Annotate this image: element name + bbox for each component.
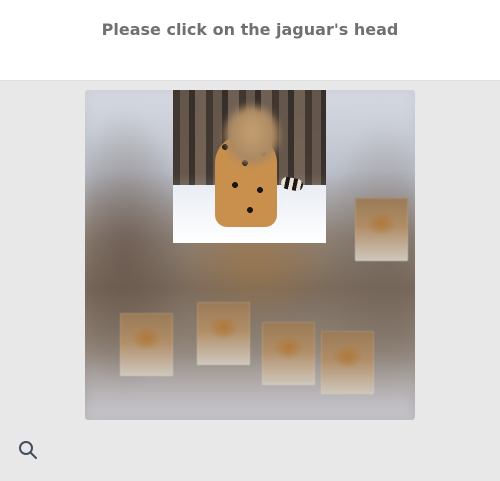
search-icon[interactable]: [16, 438, 40, 462]
captcha-instruction: Please click on the jaguar's head: [101, 20, 399, 39]
jaguar-photo-window: [173, 90, 326, 243]
captcha-image[interactable]: [85, 90, 415, 420]
captcha-header: Please click on the jaguar's head: [0, 0, 500, 80]
candidate-tile[interactable]: [120, 313, 173, 376]
candidate-tile[interactable]: [197, 302, 250, 365]
candidate-tile[interactable]: [321, 331, 374, 394]
candidate-tile[interactable]: [355, 198, 408, 261]
jaguar-head-blurred[interactable]: [225, 106, 279, 164]
candidate-tile[interactable]: [262, 322, 315, 385]
